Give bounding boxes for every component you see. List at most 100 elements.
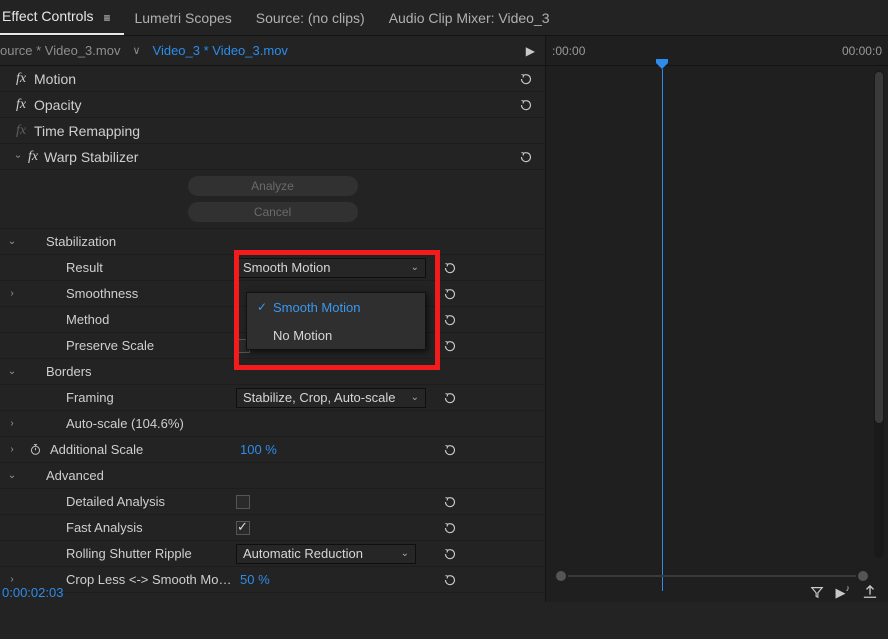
fx-badge-icon: fx	[24, 149, 42, 165]
reset-button[interactable]	[436, 495, 464, 509]
main-area: ource * Video_3.mov ∨ Video_3 * Video_3.…	[0, 36, 888, 602]
param-value[interactable]: 100 %	[240, 442, 277, 457]
right-footer: ▶♪	[546, 584, 888, 602]
ruler-end-label: 00:00:0	[842, 44, 882, 58]
zoom-handle-left[interactable]	[556, 571, 566, 581]
reset-button[interactable]	[436, 339, 464, 353]
effect-opacity[interactable]: fx Opacity	[0, 92, 545, 118]
dropdown-option-smooth-motion[interactable]: ✓ Smooth Motion	[247, 293, 425, 321]
dropdown-value: Smooth Motion	[243, 260, 330, 275]
time-ruler[interactable]: :00:00 00:00:0	[546, 36, 888, 66]
chevron-down-icon: ⌄	[411, 262, 419, 273]
check-icon: ✓	[257, 300, 273, 314]
effect-label: Motion	[34, 71, 76, 87]
stopwatch-icon[interactable]	[28, 443, 42, 456]
chevron-down-icon[interactable]: ⌄	[0, 236, 24, 247]
param-framing: Framing Stabilize, Crop, Auto-scale ⌄	[0, 385, 545, 411]
tab-effect-controls[interactable]: Effect Controls ≡	[0, 0, 124, 34]
option-label: Smooth Motion	[273, 300, 360, 315]
panel-tabs: Effect Controls ≡ Lumetri Scopes Source:…	[0, 0, 888, 36]
reset-button[interactable]	[436, 547, 464, 561]
fast-analysis-checkbox[interactable]	[236, 521, 250, 535]
effect-label: Time Remapping	[34, 123, 140, 139]
current-timecode[interactable]: 0:00:02:03	[0, 585, 63, 600]
vertical-scrollbar[interactable]	[874, 70, 884, 558]
tab-label: Effect Controls	[2, 8, 94, 24]
section-advanced[interactable]: ⌄ Advanced	[0, 463, 545, 489]
panel-menu-icon[interactable]: ≡	[103, 11, 110, 25]
section-label: Borders	[46, 364, 236, 379]
source-clip-row: ource * Video_3.mov ∨ Video_3 * Video_3.…	[0, 36, 545, 66]
section-stabilization[interactable]: ⌄ Stabilization	[0, 229, 545, 255]
param-additional-scale: › Additional Scale 100 %	[0, 437, 545, 463]
detailed-analysis-checkbox[interactable]	[236, 495, 250, 509]
tab-label: Lumetri Scopes	[134, 10, 231, 26]
effect-warp-stabilizer[interactable]: › fx Warp Stabilizer	[0, 144, 545, 170]
param-auto-scale: › Auto-scale (104.6%)	[0, 411, 545, 437]
reset-button[interactable]	[436, 261, 464, 275]
export-icon[interactable]	[862, 585, 878, 602]
param-label: Auto-scale (104.6%)	[46, 416, 236, 431]
effect-motion[interactable]: fx Motion	[0, 66, 545, 92]
param-rolling-shutter: Rolling Shutter Ripple Automatic Reducti…	[0, 541, 545, 567]
reset-button[interactable]	[436, 443, 464, 457]
left-footer: 0:00:02:03	[0, 570, 545, 602]
zoom-scrollbar[interactable]	[554, 570, 870, 582]
sequence-clip-label[interactable]: Video_3 * Video_3.mov	[147, 43, 294, 58]
param-detailed-analysis: Detailed Analysis	[0, 489, 545, 515]
tab-source[interactable]: Source: (no clips)	[254, 2, 379, 34]
param-fast-analysis: Fast Analysis	[0, 515, 545, 541]
result-dropdown[interactable]: Smooth Motion ⌄	[236, 258, 426, 278]
fx-badge-icon: fx	[12, 123, 30, 139]
param-label: Framing	[46, 390, 236, 405]
chevron-down-icon[interactable]: ⌄	[0, 366, 24, 377]
chevron-right-icon[interactable]: ›	[0, 288, 24, 299]
zoom-handle-right[interactable]	[858, 571, 868, 581]
chevron-down-icon[interactable]: ⌄	[0, 470, 24, 481]
rolling-shutter-dropdown[interactable]: Automatic Reduction ⌄	[236, 544, 416, 564]
button-label: Analyze	[251, 179, 294, 193]
effect-time-remapping[interactable]: fx Time Remapping	[0, 118, 545, 144]
dropdown-value: Stabilize, Crop, Auto-scale	[243, 390, 395, 405]
tab-lumetri-scopes[interactable]: Lumetri Scopes	[132, 2, 245, 34]
effect-controls-panel: ource * Video_3.mov ∨ Video_3 * Video_3.…	[0, 36, 546, 602]
effect-label: Warp Stabilizer	[44, 149, 138, 165]
chevron-down-icon: ⌄	[411, 392, 419, 403]
reset-button[interactable]	[436, 521, 464, 535]
tab-label: Audio Clip Mixer: Video_3	[389, 10, 550, 26]
param-label: Fast Analysis	[46, 520, 236, 535]
tab-audio-clip-mixer[interactable]: Audio Clip Mixer: Video_3	[387, 2, 564, 34]
chevron-right-icon[interactable]: ›	[0, 418, 24, 429]
reset-button[interactable]	[436, 313, 464, 327]
param-label: Rolling Shutter Ripple	[46, 546, 236, 561]
chevron-right-icon[interactable]: ›	[0, 444, 24, 455]
param-label: Additional Scale	[46, 442, 236, 457]
reset-button[interactable]	[517, 150, 535, 164]
param-result: Result Smooth Motion ⌄	[0, 255, 545, 281]
analyze-buttons: Analyze Cancel	[0, 170, 545, 229]
timeline-panel: :00:00 00:00:0 ▶♪	[546, 36, 888, 602]
reset-button[interactable]	[436, 287, 464, 301]
play-icon[interactable]: ▶	[526, 44, 535, 58]
analyze-button[interactable]: Analyze	[188, 176, 358, 196]
fx-badge-icon: fx	[12, 71, 30, 87]
filter-icon[interactable]	[810, 585, 824, 602]
play-only-icon[interactable]: ▶♪	[836, 585, 851, 601]
zoom-track[interactable]	[568, 575, 856, 577]
button-label: Cancel	[254, 205, 291, 219]
result-dropdown-popup: ✓ Smooth Motion No Motion	[246, 292, 426, 350]
chevron-down-icon[interactable]: ∨	[132, 44, 140, 57]
cancel-button[interactable]: Cancel	[188, 202, 358, 222]
section-label: Stabilization	[46, 234, 236, 249]
reset-button[interactable]	[517, 72, 535, 86]
reset-button[interactable]	[517, 98, 535, 112]
playhead-line	[662, 69, 663, 591]
section-borders[interactable]: ⌄ Borders	[0, 359, 545, 385]
chevron-down-icon: ⌄	[401, 548, 409, 559]
scrollbar-thumb[interactable]	[875, 72, 883, 423]
fx-badge-icon: fx	[12, 97, 30, 113]
framing-dropdown[interactable]: Stabilize, Crop, Auto-scale ⌄	[236, 388, 426, 408]
twirl-open-icon[interactable]: ›	[13, 151, 24, 163]
dropdown-option-no-motion[interactable]: No Motion	[247, 321, 425, 349]
reset-button[interactable]	[436, 391, 464, 405]
